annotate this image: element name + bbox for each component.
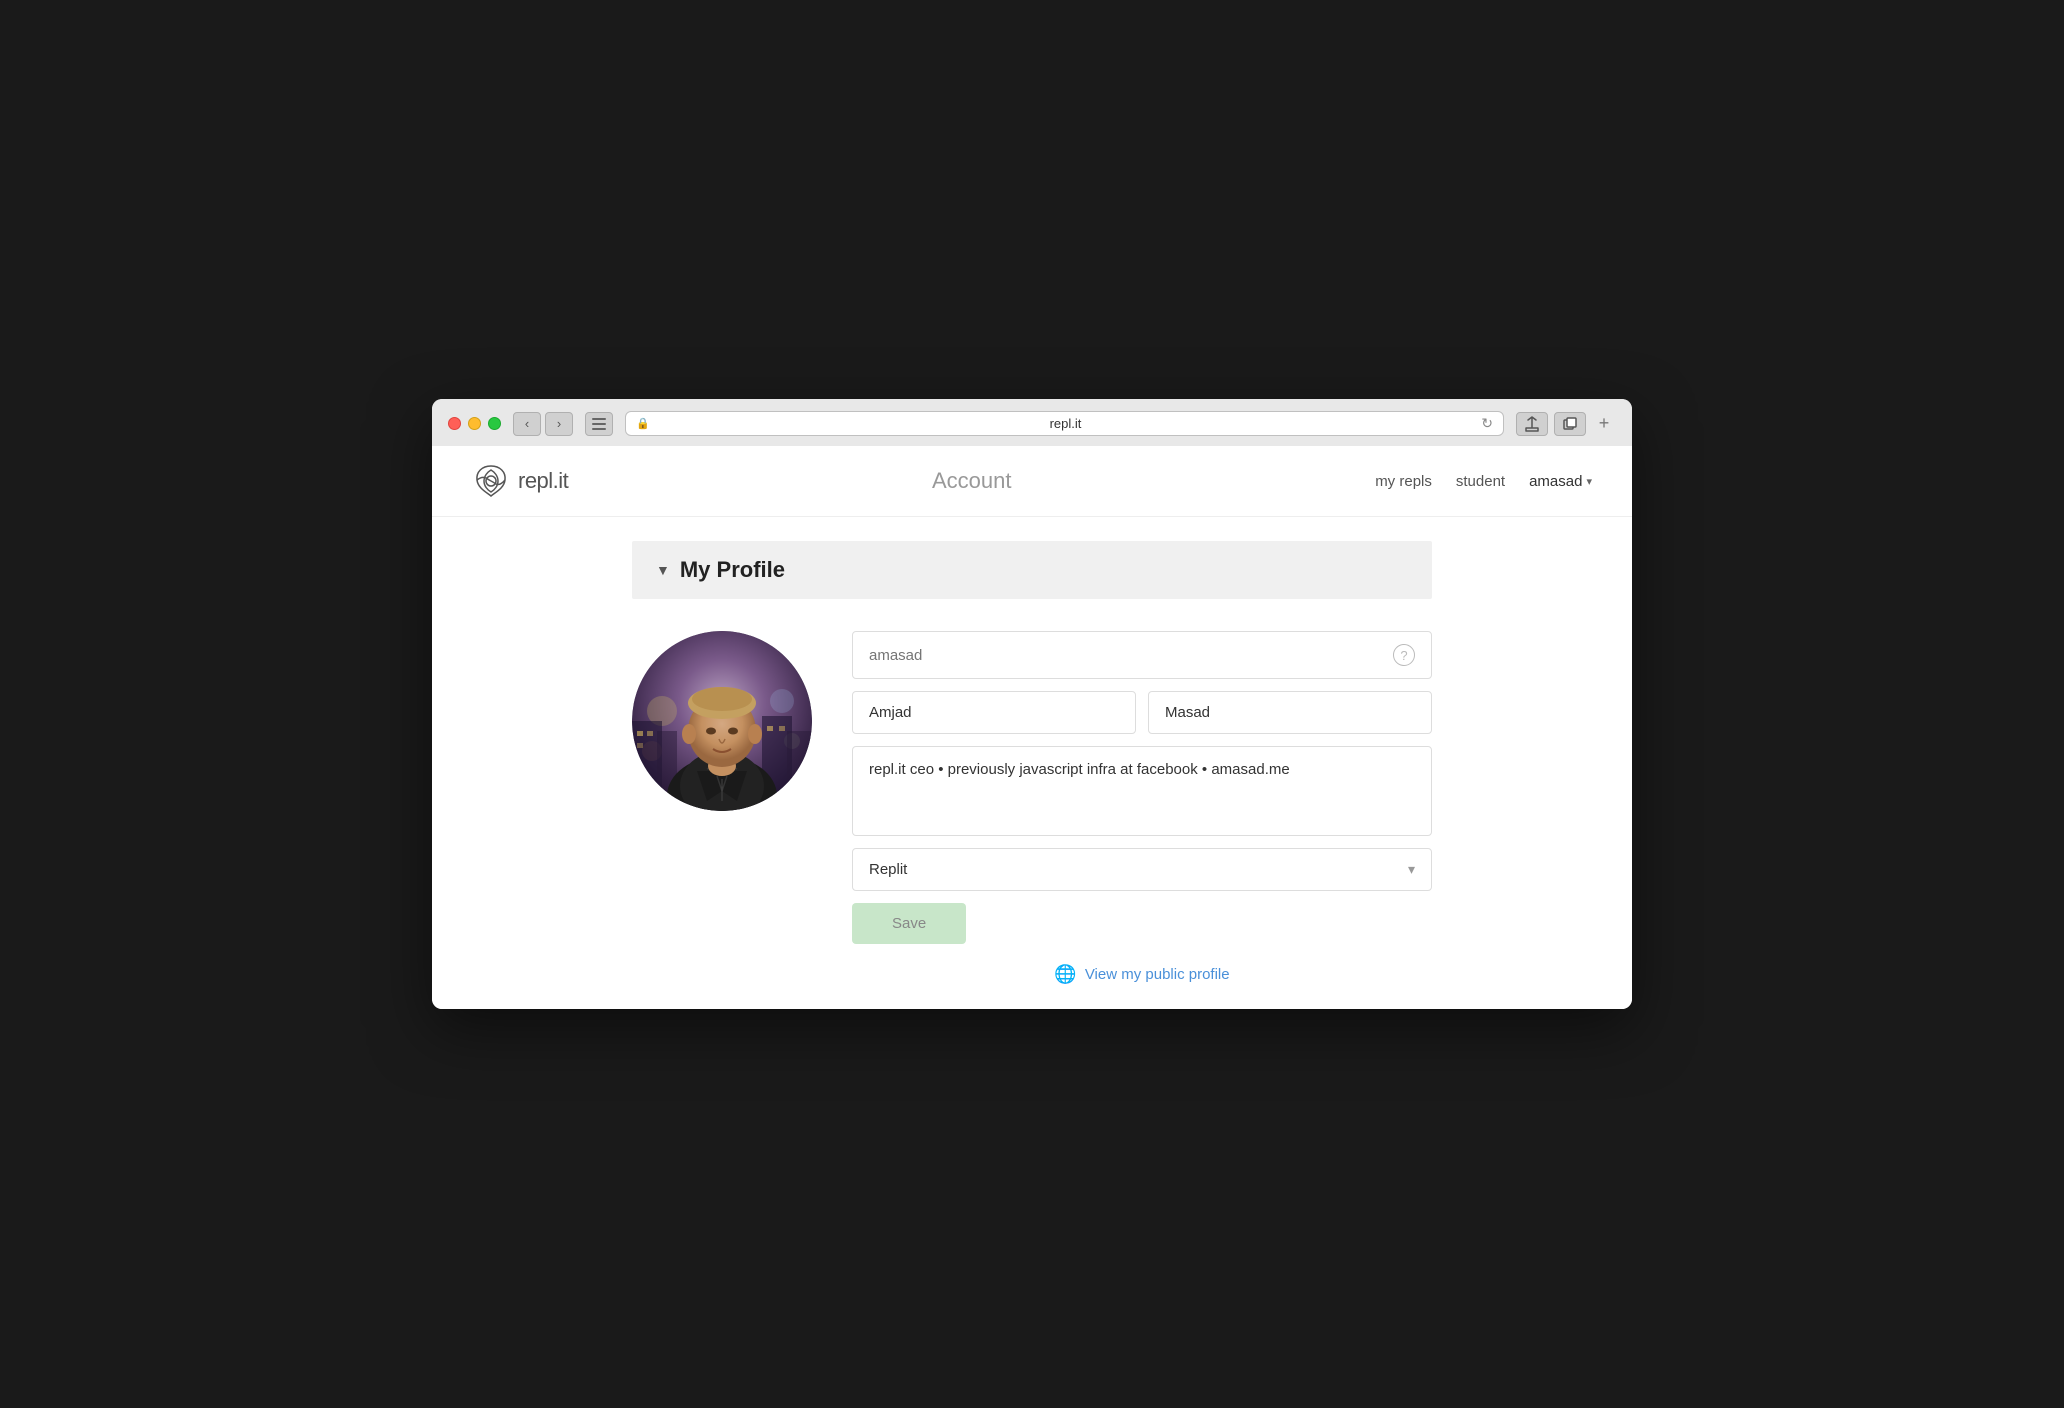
lock-icon: 🔒 xyxy=(636,417,650,430)
form-area: ? repl.it ceo • previously javascript in… xyxy=(852,631,1432,985)
address-bar[interactable]: 🔒 repl.it ↻ xyxy=(625,411,1504,436)
url-text: repl.it xyxy=(656,416,1476,431)
public-profile-link[interactable]: 🌐 View my public profile xyxy=(852,964,1432,985)
organization-select[interactable]: Replit ▾ xyxy=(852,848,1432,891)
close-button[interactable] xyxy=(448,417,461,430)
section-header: ▼ My Profile xyxy=(632,541,1432,599)
last-name-input[interactable] xyxy=(1148,691,1432,734)
page-content: repl.it Account my repls student amasad … xyxy=(432,446,1632,1009)
browser-top-bar: ‹ › 🔒 repl.it ↻ xyxy=(448,411,1616,436)
name-row xyxy=(852,691,1432,734)
avatar-area[interactable] xyxy=(632,631,812,811)
username-display: amasad xyxy=(1529,473,1582,490)
nav-buttons: ‹ › xyxy=(513,412,573,436)
browser-actions: + xyxy=(1516,412,1616,436)
logo[interactable]: repl.it xyxy=(472,462,568,500)
avatar xyxy=(632,631,812,811)
user-dropdown[interactable]: amasad ▾ xyxy=(1529,473,1592,490)
new-tab-button[interactable]: + xyxy=(1592,412,1616,436)
nav-links: my repls student amasad ▾ xyxy=(1375,473,1592,490)
refresh-button[interactable]: ↻ xyxy=(1481,415,1493,432)
avatar-image xyxy=(632,631,812,811)
username-input[interactable] xyxy=(869,647,1385,664)
globe-icon: 🌐 xyxy=(1054,964,1076,985)
section-title: My Profile xyxy=(680,557,785,583)
page-title: Account xyxy=(568,468,1375,494)
share-button[interactable] xyxy=(1516,412,1548,436)
profile-area: ? repl.it ceo • previously javascript in… xyxy=(632,631,1432,985)
browser-window: ‹ › 🔒 repl.it ↻ xyxy=(432,399,1632,1009)
first-name-input[interactable] xyxy=(852,691,1136,734)
bio-textarea[interactable]: repl.it ceo • previously javascript infr… xyxy=(852,746,1432,836)
help-icon[interactable]: ? xyxy=(1393,644,1415,666)
organization-value: Replit xyxy=(869,861,907,878)
logo-text: repl.it xyxy=(518,468,568,494)
site-header: repl.it Account my repls student amasad … xyxy=(432,446,1632,517)
my-repls-link[interactable]: my repls xyxy=(1375,473,1432,490)
browser-chrome: ‹ › 🔒 repl.it ↻ xyxy=(432,399,1632,446)
logo-icon xyxy=(472,462,510,500)
question-mark: ? xyxy=(1400,648,1407,663)
username-field-wrapper[interactable]: ? xyxy=(852,631,1432,679)
save-button[interactable]: Save xyxy=(852,903,966,944)
duplicate-tab-button[interactable] xyxy=(1554,412,1586,436)
minimize-button[interactable] xyxy=(468,417,481,430)
chevron-down-icon: ▾ xyxy=(1408,861,1415,878)
back-button[interactable]: ‹ xyxy=(513,412,541,436)
public-profile-label: View my public profile xyxy=(1085,966,1230,983)
forward-button[interactable]: › xyxy=(545,412,573,436)
sidebar-toggle-button[interactable] xyxy=(585,412,613,436)
traffic-lights xyxy=(448,417,501,430)
student-link[interactable]: student xyxy=(1456,473,1505,490)
collapse-arrow-icon[interactable]: ▼ xyxy=(656,562,670,578)
chevron-down-icon: ▾ xyxy=(1586,475,1592,488)
main-content: ▼ My Profile xyxy=(432,517,1632,1009)
maximize-button[interactable] xyxy=(488,417,501,430)
